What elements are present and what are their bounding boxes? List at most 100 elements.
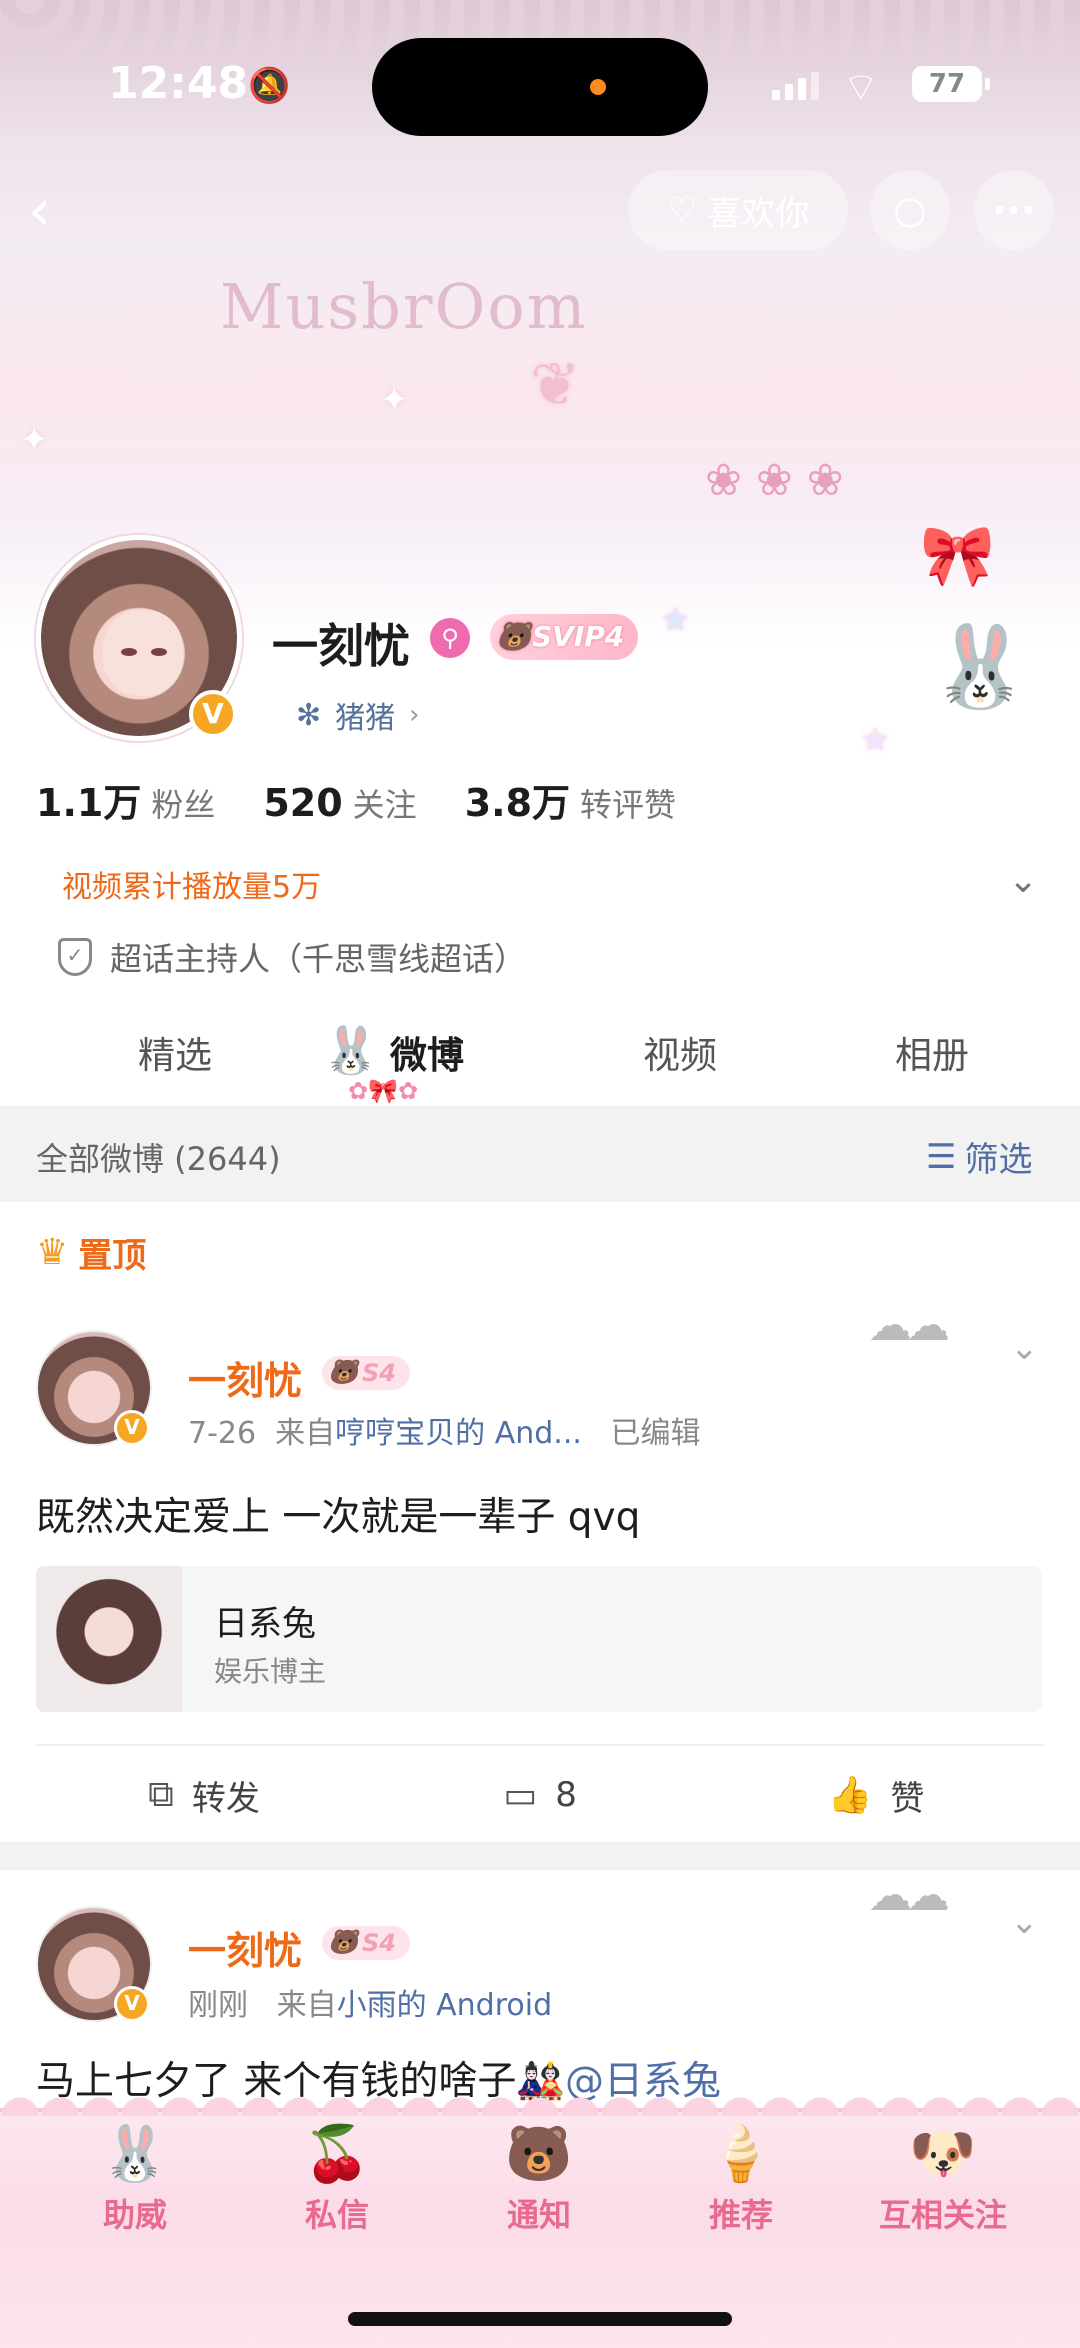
pinned-label: ♛ 置顶	[36, 1232, 147, 1276]
more-icon: ···	[992, 188, 1036, 232]
video-play-total: 视频累计播放量5万	[62, 870, 322, 905]
verified-icon: V	[114, 1410, 150, 1446]
post-from: 来自	[276, 1988, 337, 2023]
tab-album[interactable]: 相册	[895, 1025, 969, 1079]
post-source[interactable]: 小雨的 Android	[337, 1988, 553, 2023]
profile-stats: 1.1万 粉丝 520 关注 3.8万 转评赞	[36, 772, 676, 827]
comment-button[interactable]: ▭ 8	[372, 1746, 708, 1844]
card-title: 日系兔	[214, 1604, 316, 1644]
status-time: 12:48	[108, 58, 249, 109]
cloud-decoration-icon: ☁☁	[868, 1300, 950, 1351]
filter-label: 筛选	[964, 1140, 1033, 1180]
bear-icon: 🐻	[505, 2122, 573, 2185]
group-label: 猪猪	[335, 701, 396, 736]
level-badge: S4	[322, 1355, 410, 1390]
repost-icon: ⧉	[148, 1774, 174, 1815]
level-badge: S4	[322, 1925, 410, 1960]
tab-video[interactable]: 视频	[643, 1025, 717, 1079]
engagement-stat[interactable]: 3.8万 转评赞	[465, 772, 676, 827]
post-avatar[interactable]: V	[36, 1330, 152, 1446]
post-count: 全部微博 (2644)	[36, 1140, 281, 1178]
cheer-button[interactable]: 🐰 助威	[50, 2122, 220, 2236]
cloud-decoration-icon: ☁☁	[868, 1870, 950, 1921]
home-indicator	[348, 2312, 732, 2326]
post-text: 既然决定爱上 一次就是一辈子 qvq	[36, 1495, 641, 1540]
linked-profile-card[interactable]: 日系兔 娱乐博主	[36, 1566, 1042, 1712]
host-role[interactable]: ✓ 超话主持人（千思雪线超话）	[58, 934, 526, 980]
post-source[interactable]: 哼哼宝贝的 And...	[335, 1416, 582, 1451]
butterfly-icon: ❦	[530, 350, 581, 420]
star-icon: ★	[660, 600, 691, 640]
tab-featured[interactable]: 精选	[138, 1025, 212, 1079]
filter-icon: ☰	[926, 1136, 957, 1177]
filter-button[interactable]: ☰ 筛选	[926, 1132, 1032, 1181]
bell-off-icon: 🔕	[248, 66, 291, 106]
like-button[interactable]: 👍 赞	[708, 1746, 1044, 1844]
ice-cream-icon: 🍦	[707, 2122, 775, 2185]
bow-underline-icon: ✿🎀✿	[348, 1077, 419, 1105]
svip-badge[interactable]: SVIP4	[490, 614, 639, 660]
notify-button[interactable]: 🐻 通知	[454, 2122, 624, 2236]
signal-icon	[772, 72, 819, 100]
following-stat[interactable]: 520 关注	[263, 780, 416, 826]
heart-hand-icon: ♡	[666, 190, 698, 230]
mutual-follow-button[interactable]: 🐶 互相关注	[858, 2122, 1028, 2236]
post-menu-chevron-icon[interactable]: ⌄	[1010, 1328, 1039, 1368]
sparkle-icon: ✦	[20, 420, 49, 460]
back-button[interactable]: ‹	[28, 180, 88, 240]
verified-icon: V	[189, 690, 237, 738]
post-avatar[interactable]: V	[36, 1906, 152, 2022]
super-search-icon[interactable]: ⚲	[430, 618, 470, 658]
post-from: 来自	[275, 1416, 336, 1451]
dynamic-island	[372, 38, 708, 136]
snowflake-icon: ✻	[296, 697, 322, 733]
bunny-icon: 🐰	[101, 2122, 169, 2185]
tab-weibo[interactable]: 微博	[390, 1025, 464, 1079]
card-subtitle: 娱乐博主	[214, 1655, 327, 1688]
banner-decoration: MusbrOom	[220, 270, 588, 343]
status-bar: 12:48 🔕 ⌔ 77	[0, 0, 1080, 170]
cherry-icon: 🍒	[303, 2122, 371, 2185]
post-author[interactable]: 一刻忧	[188, 1350, 302, 1405]
banner-decoration-2: ❀ ❀ ❀	[705, 455, 844, 506]
thumbs-up-icon: 👍	[827, 1775, 873, 1816]
puppy-icon: 🐶	[909, 2122, 977, 2185]
verified-icon: V	[114, 1986, 150, 2022]
like-you-label: 喜欢你	[707, 193, 810, 234]
group-tag[interactable]: ✻ 猪猪 ›	[272, 690, 444, 740]
crown-icon: ♛	[36, 1232, 69, 1273]
comment-icon: ▭	[503, 1774, 538, 1816]
bow-icon: 🎀	[920, 521, 995, 591]
like-you-button[interactable]: ♡ 喜欢你	[628, 170, 848, 250]
star-icon: ★	[860, 720, 891, 760]
followers-stat[interactable]: 1.1万 粉丝	[36, 772, 215, 827]
post-meta: 7-26 来自哼哼宝贝的 And... 已编辑	[188, 1408, 701, 1452]
post-date: 7-26	[188, 1416, 257, 1451]
recommend-button[interactable]: 🍦 推荐	[656, 2122, 826, 2236]
card-thumbnail	[36, 1566, 182, 1712]
post-actions: ⧉ 转发 ▭ 8 👍 赞	[36, 1744, 1044, 1844]
profile-tabs: 精选 🐰 微博 ✿🎀✿ 视频 相册	[0, 1005, 1080, 1105]
expand-chevron-icon[interactable]: ⌄	[1008, 860, 1038, 901]
shield-icon: ✓	[58, 938, 92, 976]
post-card[interactable]: V 一刻忧 S4 ☁☁ ⌄ 刚刚 来自小雨的 Android 马上七夕了 来个有…	[0, 1870, 1080, 2110]
post-menu-chevron-icon[interactable]: ⌄	[1010, 1902, 1039, 1942]
repost-button[interactable]: ⧉ 转发	[36, 1746, 372, 1844]
bunny-tab-icon: 🐰	[322, 1023, 380, 1077]
post-meta: 刚刚 来自小雨的 Android	[188, 1980, 552, 2024]
post-separator	[0, 1842, 1080, 1870]
avatar[interactable]: V	[36, 535, 242, 741]
profile-name: 一刻忧	[272, 619, 410, 673]
feed-filter-bar: 全部微博 (2644) ☰ 筛选	[0, 1106, 1080, 1202]
chevron-left-icon: ‹	[28, 176, 52, 244]
host-role-label: 超话主持人（千思雪线超话）	[110, 940, 527, 978]
sparkle-icon: ✦	[380, 380, 409, 420]
more-button[interactable]: ···	[974, 170, 1054, 250]
chevron-right-icon: ›	[409, 700, 420, 730]
search-icon: ○	[893, 188, 927, 232]
search-button[interactable]: ○	[870, 170, 950, 250]
post-edited: 已编辑	[610, 1416, 701, 1451]
battery-icon: 77	[912, 66, 990, 102]
post-author[interactable]: 一刻忧	[188, 1920, 302, 1975]
message-button[interactable]: 🍒 私信	[252, 2122, 422, 2236]
